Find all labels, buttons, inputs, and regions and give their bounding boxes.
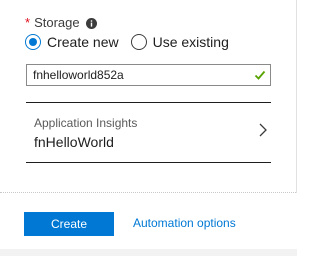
application-insights-row[interactable]: Application Insights fnHelloWorld xyxy=(26,104,271,162)
create-function-app-pane: * Storage Create new Use existing fnhell… xyxy=(0,0,297,256)
radio-use-existing-circle[interactable] xyxy=(130,34,147,50)
info-icon[interactable] xyxy=(85,17,97,29)
storage-name-value[interactable]: fnhelloworld852a xyxy=(33,68,124,82)
pane-divider xyxy=(296,0,297,193)
radio-create-new-label[interactable]: Create new xyxy=(47,34,119,50)
chevron-right-icon[interactable] xyxy=(259,123,267,137)
bottom-strip xyxy=(0,249,297,256)
radio-use-existing-label[interactable]: Use existing xyxy=(153,34,229,50)
storage-label-row: * Storage xyxy=(25,13,97,31)
application-insights-label: Application Insights xyxy=(34,116,138,130)
automation-options-link[interactable]: Automation options xyxy=(133,216,236,230)
radio-create-new-circle[interactable] xyxy=(25,34,41,50)
divider-bottom xyxy=(26,162,271,163)
divider-top xyxy=(26,102,271,103)
radio-use-existing[interactable]: Use existing xyxy=(130,34,229,50)
storage-radio-group: Create new Use existing xyxy=(25,32,229,52)
radio-create-new[interactable]: Create new xyxy=(25,34,119,50)
storage-name-input[interactable]: fnhelloworld852a xyxy=(26,64,271,86)
create-button[interactable]: Create xyxy=(24,212,114,236)
checkmark-icon xyxy=(254,69,266,81)
application-insights-value: fnHelloWorld xyxy=(34,134,114,150)
storage-label: Storage xyxy=(34,14,80,30)
required-asterisk: * xyxy=(25,14,31,30)
